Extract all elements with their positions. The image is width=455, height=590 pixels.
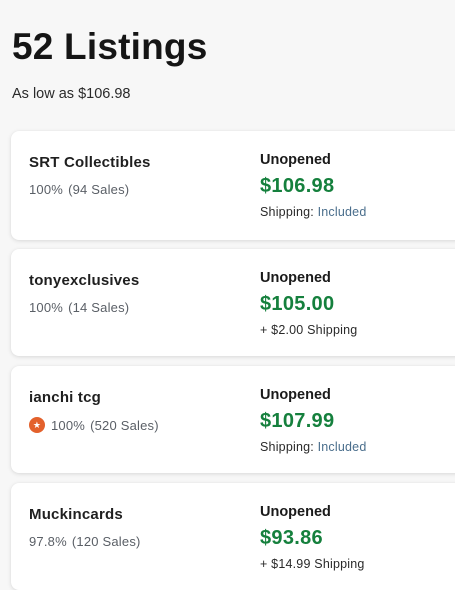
listing-card[interactable]: ianchi tcg ★ 100% (520 Sales) Unopened $… — [11, 366, 455, 473]
seller-name[interactable]: Muckincards — [29, 506, 123, 523]
price: $107.99 — [260, 410, 335, 432]
star-seller-badge-icon: ★ — [29, 417, 45, 433]
shipping-included: Included — [317, 205, 367, 219]
page-title: 52 Listings — [12, 26, 208, 67]
listing-card[interactable]: tonyexclusives 100% (14 Sales) Unopened … — [11, 249, 455, 356]
price: $93.86 — [260, 527, 323, 549]
rating-percent: 97.8% — [29, 534, 67, 549]
condition-label: Unopened — [260, 387, 331, 403]
listing-details: Unopened $93.86 + $14.99 Shipping — [260, 503, 365, 572]
seller-name[interactable]: ianchi tcg — [29, 389, 101, 406]
shipping-info: Shipping: Included — [260, 439, 366, 455]
shipping-info: + $14.99 Shipping — [260, 556, 365, 572]
seller-name[interactable]: SRT Collectibles — [29, 154, 151, 171]
lowest-price-text: As low as $106.98 — [12, 86, 131, 102]
rating-percent: 100% — [29, 300, 64, 315]
seller-rating: 100% (14 Sales) — [29, 300, 129, 315]
price: $106.98 — [260, 175, 335, 197]
listing-card[interactable]: Muckincards 97.8% (120 Sales) Unopened $… — [11, 483, 455, 590]
shipping-label: + $14.99 Shipping — [260, 557, 365, 571]
sales-count: (520 Sales) — [90, 417, 159, 433]
listings-header: 52 Listings As low as $106.98 — [12, 26, 207, 103]
rating-percent: 100% — [51, 417, 86, 433]
listing-card[interactable]: SRT Collectibles 100% (94 Sales) Unopene… — [11, 131, 455, 240]
condition-label: Unopened — [260, 270, 331, 286]
rating-percent: 100% — [29, 182, 64, 197]
price: $105.00 — [260, 293, 335, 315]
shipping-label: Shipping: — [260, 440, 318, 454]
shipping-label: Shipping: — [260, 205, 318, 219]
listing-details: Unopened $106.98 Shipping: Included — [260, 151, 366, 220]
shipping-info: Shipping: Included — [260, 204, 366, 220]
shipping-included: Included — [317, 440, 367, 454]
sales-count: (94 Sales) — [68, 182, 130, 197]
listing-details: Unopened $107.99 Shipping: Included — [260, 386, 366, 455]
seller-rating: 97.8% (120 Sales) — [29, 534, 141, 549]
seller-rating: ★ 100% (520 Sales) — [29, 417, 159, 433]
sales-count: (120 Sales) — [71, 534, 141, 549]
shipping-label: + $2.00 Shipping — [260, 323, 358, 337]
condition-label: Unopened — [260, 504, 331, 520]
listing-details: Unopened $105.00 + $2.00 Shipping — [260, 269, 357, 338]
sales-count: (14 Sales) — [68, 300, 130, 315]
condition-label: Unopened — [260, 152, 331, 168]
seller-name[interactable]: tonyexclusives — [29, 272, 139, 289]
seller-rating: 100% (94 Sales) — [29, 182, 129, 197]
shipping-info: + $2.00 Shipping — [260, 322, 357, 338]
